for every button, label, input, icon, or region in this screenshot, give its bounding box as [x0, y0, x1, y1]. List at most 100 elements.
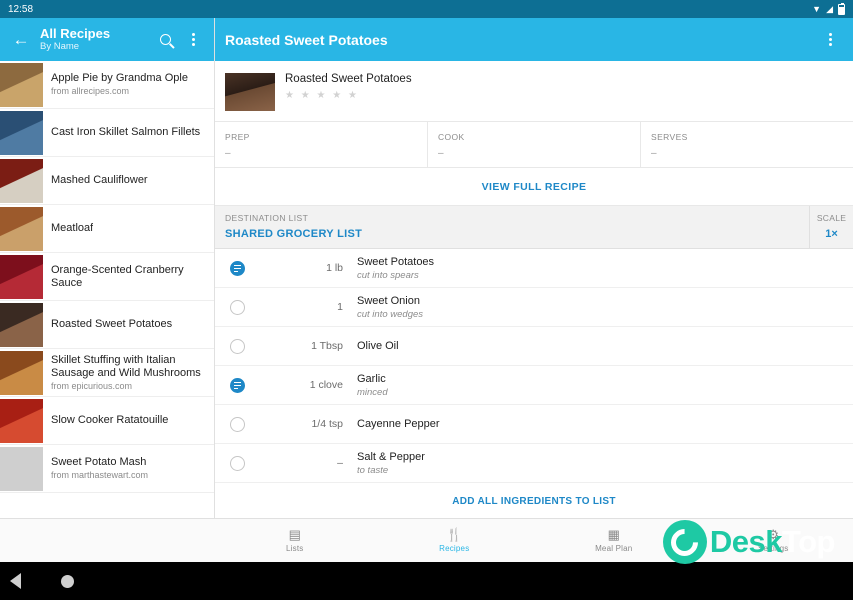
search-icon[interactable] [152, 27, 178, 53]
bottom-nav-label: Recipes [439, 544, 470, 553]
meta-value: – [225, 148, 231, 159]
ingredient-note: cut into wedges [357, 308, 424, 320]
list-item-name: Orange-Scented Cranberry Sauce [51, 263, 184, 289]
ingredient-quantity: – [337, 457, 343, 469]
list-item-source: from epicurious.com [51, 380, 133, 391]
ingredient-checkbox[interactable] [215, 455, 259, 471]
list-item[interactable]: Cast Iron Skillet Salmon Fillets [0, 109, 214, 157]
empty-circle-icon [229, 338, 245, 354]
calendar-icon: ▦ [607, 527, 620, 542]
empty-circle-icon [229, 299, 245, 315]
ingredient-text: Olive Oil [357, 335, 853, 357]
ingredient-row[interactable]: 1 Tbsp Olive Oil [215, 327, 853, 366]
ingredient-row[interactable]: – Salt & Pepper to taste [215, 444, 853, 483]
list-item-text: Meatloaf [43, 222, 93, 235]
scale-value: 1× [825, 228, 838, 240]
list-item-text: Skillet Stuffing with Italian Sausage an… [43, 354, 208, 392]
list-item[interactable]: Mashed Cauliflower [0, 157, 214, 205]
ingredient-note: minced [357, 386, 388, 398]
ingredient-quantity: 1 lb [326, 262, 343, 274]
list-item[interactable]: Sweet Potato Mash from marthastewart.com [0, 445, 214, 493]
ingredient-list: 1 lb Sweet Potatoes cut into spears 1 Sweet … [215, 249, 853, 483]
back-arrow-icon[interactable]: ← [8, 27, 34, 53]
added-to-list-icon [229, 377, 245, 393]
list-item-name: Mashed Cauliflower [51, 174, 148, 186]
signal-icon: ◢ [826, 3, 833, 14]
list-item[interactable]: Orange-Scented Cranberry Sauce [0, 253, 214, 301]
recipe-thumbnail [0, 254, 43, 299]
list-item[interactable]: Skillet Stuffing with Italian Sausage an… [0, 349, 214, 397]
android-system-bar [0, 562, 853, 600]
meta-label: COOK [438, 132, 465, 142]
list-item-name: Sweet Potato Mash [51, 456, 147, 468]
recipe-name: Roasted Sweet Potatoes [285, 73, 412, 85]
list-item-text: Slow Cooker Ratatouille [43, 414, 168, 427]
android-home-icon[interactable] [61, 574, 74, 588]
ingredient-checkbox[interactable] [215, 338, 259, 354]
list-item-name: Skillet Stuffing with Italian Sausage an… [51, 353, 201, 379]
ingredient-row[interactable]: 1 lb Sweet Potatoes cut into spears [215, 249, 853, 288]
detail-app-bar: Roasted Sweet Potatoes [215, 18, 853, 61]
detail-scroll-area[interactable]: Roasted Sweet Potatoes ★ ★ ★ ★ ★ PREP – CO… [215, 61, 853, 518]
ingredient-text: Sweet Potatoes cut into spears [357, 251, 853, 286]
ingredient-text: Garlic minced [357, 368, 853, 403]
destination-bar: DESTINATION LIST SHARED GROCERY LIST SCA… [215, 206, 853, 249]
app-window: 12:58 ▼ ◢ ← All Recipes By Name Apple Pi… [0, 0, 853, 600]
recipe-detail-pane: Roasted Sweet Potatoes Roasted Sweet Pot… [215, 18, 853, 518]
list-item-name: Apple Pie by Grandma Ople [51, 72, 188, 84]
ingredient-note: cut into spears [357, 269, 419, 281]
status-clock: 12:58 [8, 3, 34, 15]
list-item-source: from allrecipes.com [51, 86, 130, 96]
overflow-menu-icon[interactable] [817, 27, 843, 53]
recipe-list[interactable]: Apple Pie by Grandma Ople from allrecipes… [0, 61, 214, 518]
list-item-name: Cast Iron Skillet Salmon Fillets [51, 126, 201, 138]
add-all-ingredients-button[interactable]: ADD ALL INGREDIENTS TO LIST [215, 483, 853, 518]
destination-list-selector[interactable]: DESTINATION LIST SHARED GROCERY LIST [215, 206, 809, 248]
recipe-thumbnail [0, 350, 43, 395]
recipe-header: Roasted Sweet Potatoes ★ ★ ★ ★ ★ [215, 61, 853, 121]
list-item[interactable]: Roasted Sweet Potatoes [0, 301, 214, 349]
ingredient-checkbox[interactable] [215, 377, 259, 393]
ingredient-row[interactable]: 1 Sweet Onion cut into wedges [215, 288, 853, 327]
ingredient-quantity: 1 clove [309, 379, 343, 391]
ingredient-checkbox[interactable] [215, 416, 259, 432]
rating-stars[interactable]: ★ ★ ★ ★ ★ [285, 90, 412, 101]
meta-value: – [438, 148, 444, 159]
gear-icon: ⚙ [767, 527, 780, 542]
recipes-icon: 🍴 [446, 527, 463, 542]
ingredient-row[interactable]: 1/4 tsp Cayenne Pepper [215, 405, 853, 444]
list-item-source: from marthastewart.com [51, 470, 149, 480]
bottom-nav-recipes[interactable]: 🍴 Recipes [375, 528, 535, 553]
meta-cell-cook[interactable]: COOK – [428, 122, 641, 167]
ingredient-checkbox[interactable] [215, 260, 259, 276]
wifi-icon: ▼ [812, 3, 822, 14]
bottom-nav-lists[interactable]: ▤ Lists [215, 528, 375, 553]
status-icons: ▼ ◢ [812, 2, 845, 15]
android-back-icon[interactable] [10, 573, 21, 589]
list-subtitle: By Name [40, 41, 80, 52]
list-item[interactable]: Slow Cooker Ratatouille [0, 397, 214, 445]
ingredient-note: to taste [357, 464, 389, 476]
bottom-nav-meal-plan[interactable]: ▦ Meal Plan [534, 528, 694, 553]
list-item[interactable]: Apple Pie by Grandma Ople from allrecipes… [0, 61, 214, 109]
meta-cell-prep[interactable]: PREP – [215, 122, 428, 167]
view-full-recipe-button[interactable]: VIEW FULL RECIPE [215, 168, 853, 206]
ingredient-quantity: 1 [337, 301, 343, 313]
bottom-nav-settings[interactable]: ⚙ Settings [694, 528, 853, 553]
overflow-menu-icon[interactable] [180, 27, 206, 53]
ingredient-row[interactable]: 1 clove Garlic minced [215, 366, 853, 405]
list-item[interactable]: Meatloaf [0, 205, 214, 253]
list-app-bar: ← All Recipes By Name [0, 18, 214, 61]
list-item-name: Roasted Sweet Potatoes [51, 318, 173, 330]
destination-value: SHARED GROCERY LIST [225, 228, 363, 240]
recipe-list-pane: ← All Recipes By Name Apple Pie by Grand… [0, 18, 215, 518]
recipe-thumbnail [225, 73, 275, 111]
list-actions [152, 27, 206, 53]
list-item-name: Meatloaf [51, 222, 94, 234]
meta-cell-serves[interactable]: SERVES – [641, 122, 853, 167]
scale-selector[interactable]: SCALE 1× [809, 206, 853, 248]
ingredient-checkbox[interactable] [215, 299, 259, 315]
meta-value: – [651, 148, 657, 159]
meta-label: PREP [225, 132, 250, 142]
ingredient-name: Olive Oil [357, 340, 399, 352]
